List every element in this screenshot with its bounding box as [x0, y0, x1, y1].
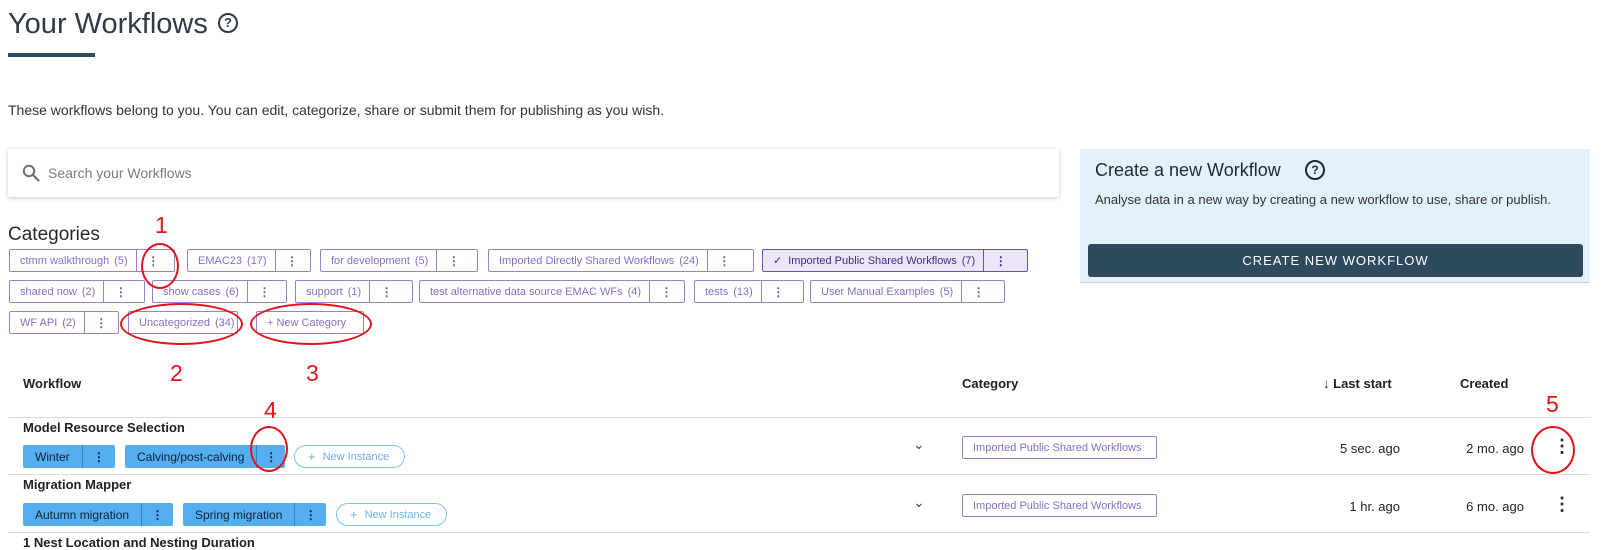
workflow-tag[interactable]: Winter ⋮	[23, 445, 115, 468]
annotation-number: 4	[264, 397, 277, 423]
more-icon[interactable]: ⋮	[369, 281, 403, 302]
workflow-name[interactable]: Model Resource Selection	[23, 420, 185, 435]
category-chip-imported-public-shared[interactable]: ✓ Imported Public Shared Workflows (7) ⋮	[762, 249, 1028, 272]
more-icon[interactable]: ⋮	[294, 503, 326, 526]
category-chip-for-development[interactable]: for development (5) ⋮	[320, 249, 478, 272]
created-value: 2 mo. ago	[1466, 441, 1524, 456]
category-chip-label[interactable]: ✓ Imported Public Shared Workflows (7)	[763, 250, 983, 271]
intro-text: These workflows belong to you. You can e…	[8, 102, 665, 118]
page-title: Your Workflows	[8, 8, 208, 40]
category-chip-shared-now[interactable]: shared now (2) ⋮	[9, 280, 145, 303]
annotation-number: 3	[306, 360, 319, 386]
categories-heading: Categories	[8, 224, 100, 245]
last-start-value: 1 hr. ago	[1349, 499, 1400, 514]
sort-arrow-icon: ↓	[1323, 376, 1330, 391]
search-icon	[22, 164, 40, 182]
search-input[interactable]	[46, 160, 1026, 186]
category-chip-label[interactable]: WF API (2)	[10, 312, 84, 333]
divider	[8, 417, 1590, 418]
annotation-number: 2	[170, 360, 183, 386]
column-header-category[interactable]: Category	[962, 376, 1018, 391]
category-chip-label[interactable]: support (1)	[296, 281, 369, 302]
column-header-workflow[interactable]: Workflow	[23, 376, 81, 391]
annotation-circle	[1531, 426, 1575, 474]
create-new-workflow-button[interactable]: CREATE NEW WORKFLOW	[1088, 244, 1583, 277]
more-icon[interactable]: ⋮	[246, 281, 281, 302]
create-workflow-title: Create a new Workflow	[1095, 160, 1281, 180]
new-instance-button[interactable]: + New Instance	[294, 445, 405, 468]
workflow-tag[interactable]: Spring migration ⋮	[183, 503, 326, 526]
category-chip-test-alternative-data-source[interactable]: test alternative data source EMAC WFs (4)…	[419, 280, 685, 303]
category-chip-label[interactable]: shared now (2)	[10, 281, 103, 302]
divider	[8, 474, 1590, 475]
workflow-name[interactable]: 1 Nest Location and Nesting Duration	[23, 535, 255, 550]
annotation-circle	[250, 426, 288, 472]
category-chip-label[interactable]: User Manual Examples (5)	[811, 281, 961, 302]
help-icon[interactable]: ?	[218, 13, 238, 33]
category-chip-imported-directly-shared[interactable]: Imported Directly Shared Workflows (24) ⋮	[488, 249, 754, 272]
create-workflow-description: Analyse data in a new way by creating a …	[1095, 192, 1551, 207]
more-icon[interactable]: ⋮	[649, 281, 683, 302]
workflow-name[interactable]: Migration Mapper	[23, 477, 131, 492]
more-icon[interactable]: ⋮	[83, 312, 118, 333]
title-underline	[8, 53, 95, 57]
column-header-created[interactable]: Created	[1460, 376, 1508, 391]
chevron-down-icon[interactable]: ⌄	[913, 436, 925, 453]
more-icon[interactable]: ⋮	[760, 281, 795, 302]
annotation-circle	[120, 303, 243, 345]
category-chip-label[interactable]: test alternative data source EMAC WFs (4)	[420, 281, 649, 302]
category-chip-emac23[interactable]: EMAC23 (17) ⋮	[187, 249, 311, 272]
more-icon[interactable]: ⋮	[961, 281, 995, 302]
category-chip-wf-api[interactable]: WF API (2) ⋮	[9, 311, 119, 334]
more-icon[interactable]: ⋮	[436, 250, 470, 271]
last-start-value: 5 sec. ago	[1340, 441, 1400, 456]
more-icon[interactable]: ⋮	[983, 250, 1017, 271]
category-chip-support[interactable]: support (1) ⋮	[295, 280, 413, 303]
workflow-category-chip[interactable]: Imported Public Shared Workflows	[962, 494, 1157, 517]
annotation-circle	[141, 243, 179, 289]
workflow-tag[interactable]: Autumn migration ⋮	[23, 503, 173, 526]
more-icon[interactable]: ⋮	[706, 250, 741, 271]
more-icon[interactable]: ⋮	[274, 250, 309, 271]
check-icon: ✓	[773, 255, 783, 267]
more-icon[interactable]: ⋮	[1553, 494, 1571, 515]
category-chip-tests[interactable]: tests (13) ⋮	[694, 280, 804, 303]
annotation-number: 1	[155, 212, 168, 238]
category-chip-label[interactable]: ctmm walkthrough (5)	[10, 250, 136, 271]
workflow-category-chip[interactable]: Imported Public Shared Workflows	[962, 436, 1157, 459]
more-icon[interactable]: ⋮	[141, 503, 173, 526]
more-icon[interactable]: ⋮	[81, 445, 115, 468]
category-chip-label[interactable]: tests (13)	[695, 281, 761, 302]
category-chip-label[interactable]: for development (5)	[321, 250, 436, 271]
plus-icon: +	[308, 449, 316, 464]
category-chip-user-manual-examples[interactable]: User Manual Examples (5) ⋮	[810, 280, 1005, 303]
help-icon[interactable]: ?	[1305, 160, 1325, 180]
annotation-circle	[250, 303, 372, 345]
divider	[8, 532, 1590, 533]
category-chip-label[interactable]: Imported Directly Shared Workflows (24)	[489, 250, 707, 271]
plus-icon: +	[350, 507, 358, 522]
created-value: 6 mo. ago	[1466, 499, 1524, 514]
chevron-down-icon[interactable]: ⌄	[913, 494, 925, 511]
annotation-number: 5	[1546, 391, 1559, 417]
new-instance-button[interactable]: + New Instance	[336, 503, 447, 526]
more-icon[interactable]: ⋮	[103, 281, 137, 302]
column-header-last-start[interactable]: ↓ Last start	[1323, 376, 1392, 391]
category-chip-label[interactable]: EMAC23 (17)	[188, 250, 275, 271]
